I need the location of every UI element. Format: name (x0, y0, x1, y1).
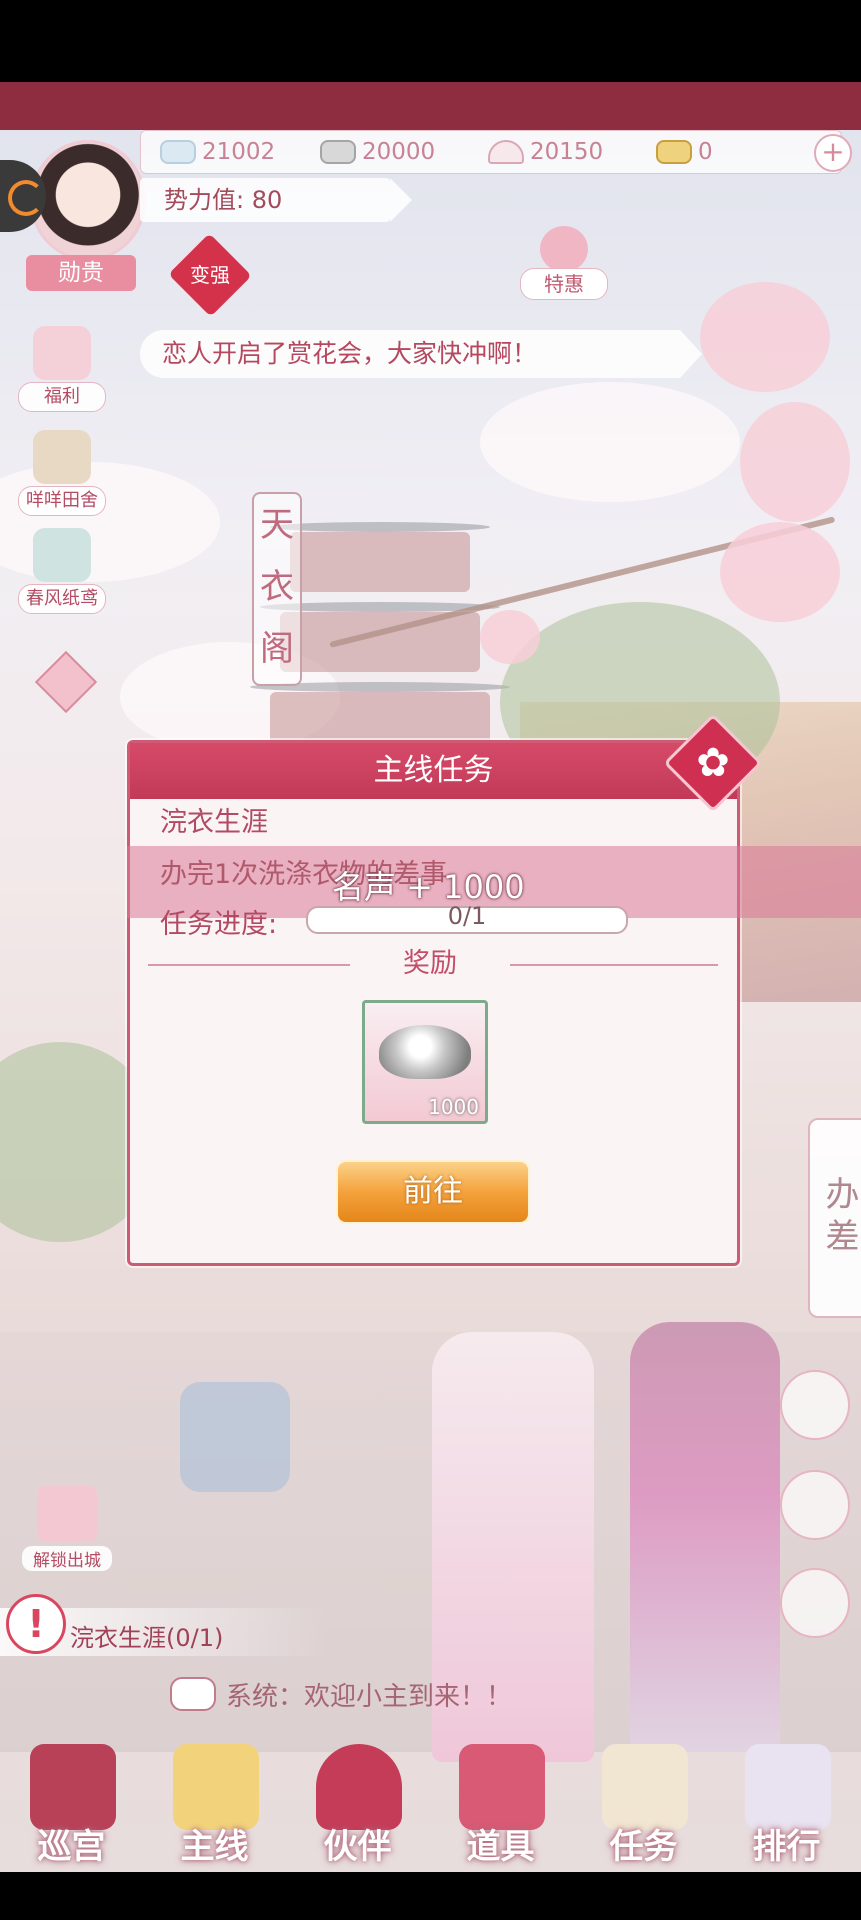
side-item-label: 春风纸鸢 (18, 584, 106, 614)
resource-value: 20150 (530, 139, 604, 165)
chest-icon (459, 1744, 545, 1830)
top-black-bar (0, 0, 861, 82)
quest-tracker[interactable]: ! 浣衣生涯(0/1) (0, 1594, 330, 1656)
close-icon: ✿ (696, 740, 730, 786)
silver-ingot-icon (320, 140, 356, 164)
nav-tasks[interactable]: 任务 (572, 1722, 715, 1872)
gift-icon (33, 326, 91, 380)
system-message[interactable]: 系统：欢迎小主到来！！ (170, 1674, 512, 1714)
side-item-welfare[interactable]: 福利 (18, 326, 106, 412)
unlock-city-button[interactable]: 解锁出城 (22, 1486, 112, 1571)
nav-main-story[interactable]: 主线 (143, 1722, 286, 1872)
resource-value: 21002 (202, 139, 276, 165)
resource-gold: 0 (656, 139, 713, 165)
reward-item-slot[interactable]: 1000 (362, 1000, 488, 1124)
book-icon (37, 1486, 97, 1542)
ranking-icon (745, 1744, 831, 1830)
gift-bag-icon (540, 226, 588, 272)
resource-fan: 20150 (488, 139, 603, 165)
rank-label[interactable]: 勋贵 (26, 255, 136, 291)
nav-companion[interactable]: 伙伴 (286, 1722, 429, 1872)
special-offer-label: 特惠 (520, 268, 608, 300)
companion-hat-icon (316, 1744, 402, 1830)
settings-icon[interactable] (780, 1568, 850, 1638)
jade-icon (160, 140, 196, 164)
resource-silver: 20000 (320, 139, 435, 165)
nav-label: 排行 (752, 1827, 821, 1867)
bottom-nav: 巡宫 主线 伙伴 道具 任务 排行 (0, 1722, 861, 1872)
side-item-farm[interactable]: 咩咩田舍 (18, 430, 106, 516)
tianyi-pavilion-sign[interactable]: 天衣阁 (252, 492, 302, 686)
progress-text: 0/1 (447, 902, 487, 930)
unlock-city-label: 解锁出城 (22, 1546, 112, 1571)
nav-items[interactable]: 道具 (429, 1722, 572, 1872)
add-currency-button[interactable]: + (814, 134, 852, 172)
resource-jade: 21002 (160, 139, 275, 165)
palace-gate-icon (30, 1744, 116, 1830)
scroll-icon (173, 1744, 259, 1830)
servant-icon[interactable] (780, 1370, 850, 1440)
nav-label: 主线 (180, 1827, 249, 1867)
reward-title: 奖励 (350, 944, 510, 984)
side-item-kite[interactable]: 春风纸鸢 (18, 528, 106, 614)
task-name: 浣衣生涯 (160, 807, 268, 838)
fan-icon (488, 140, 524, 164)
errand-tab[interactable]: 办差 (808, 1118, 861, 1318)
frame-border (0, 82, 861, 130)
dialog-title: 主线任务 (130, 743, 737, 799)
resource-value: 20000 (362, 139, 436, 165)
nav-label: 任务 (609, 1827, 678, 1867)
system-message-text: 系统：欢迎小主到来！！ (226, 1681, 513, 1712)
reward-count: 1000 (428, 1095, 479, 1119)
kite-icon (33, 528, 91, 582)
chat-bubble-icon (170, 1677, 216, 1711)
quest-tracker-text: 浣衣生涯(0/1) (70, 1624, 224, 1652)
task-book-icon (602, 1744, 688, 1830)
gold-ingot-icon (656, 140, 692, 164)
nav-label: 道具 (466, 1827, 535, 1867)
power-value[interactable]: 势力值: 80 (140, 178, 412, 222)
farm-icon (33, 430, 91, 484)
silver-ingot-icon (379, 1025, 471, 1079)
go-button[interactable]: 前往 (336, 1160, 530, 1224)
player-avatar[interactable] (30, 140, 146, 261)
nav-label: 伙伴 (323, 1827, 392, 1867)
side-item-label: 福利 (18, 382, 106, 412)
door-icon[interactable] (780, 1470, 850, 1540)
get-stronger-label: 变强 (190, 263, 230, 287)
special-offer-button[interactable]: 特惠 (520, 226, 608, 300)
nav-label: 巡宫 (37, 1827, 106, 1867)
nav-ranking[interactable]: 排行 (715, 1722, 858, 1872)
exclamation-icon: ! (6, 1594, 66, 1654)
resource-value: 0 (698, 139, 713, 165)
announcement-banner[interactable]: 恋人开启了赏花会，大家快冲啊！ (140, 330, 702, 378)
bottom-black-bar (0, 1872, 861, 1920)
progress-label: 任务进度: (160, 909, 278, 940)
nav-patrol[interactable]: 巡宫 (0, 1722, 143, 1872)
side-item-label: 咩咩田舍 (18, 486, 106, 516)
